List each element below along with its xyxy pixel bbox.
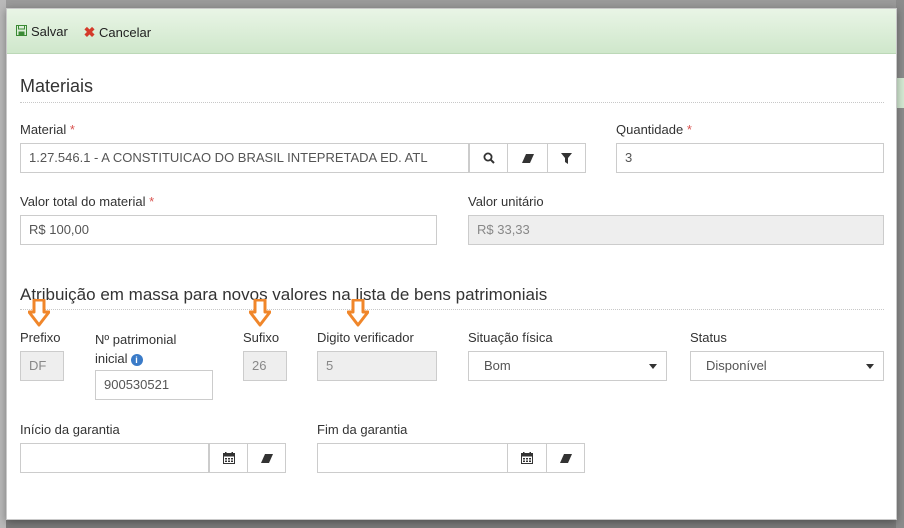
prefixo-input: DF	[20, 351, 64, 381]
inicio-garantia-input[interactable]	[20, 443, 209, 473]
clear-material-button[interactable]	[507, 143, 548, 173]
eraser-icon	[559, 453, 572, 463]
floppy-disk-icon	[15, 23, 28, 41]
fim-garantia-label: Fim da garantia	[317, 422, 408, 437]
patrimonial-label: Nº patrimonial inicial i	[95, 332, 177, 366]
section-title-materiais: Materiais	[20, 76, 94, 96]
info-icon[interactable]: i	[130, 353, 143, 366]
digito-input: 5	[317, 351, 437, 381]
calendar-icon	[521, 452, 533, 464]
section-title-atribuicao: Atribuição em massa para novos valores n…	[20, 285, 548, 304]
material-label: Material *	[20, 122, 75, 137]
save-label: Salvar	[31, 24, 68, 39]
situacao-label: Situação física	[468, 330, 553, 345]
situacao-select[interactable]: Bom	[468, 351, 667, 381]
cancel-button[interactable]: ✖ Cancelar	[83, 23, 151, 41]
material-modal: Salvar ✖ Cancelar Materiais Material * 1.…	[6, 8, 897, 520]
valor-unitario-input: R$ 33,33	[468, 215, 884, 245]
status-label: Status	[690, 330, 727, 345]
valor-unitario-label: Valor unitário	[468, 194, 544, 209]
sufixo-input: 26	[243, 351, 287, 381]
valor-total-input[interactable]: R$ 100,00	[20, 215, 437, 245]
filter-icon	[561, 152, 572, 164]
fim-clear-button[interactable]	[546, 443, 585, 473]
fim-calendar-button[interactable]	[507, 443, 547, 473]
search-icon	[483, 152, 495, 164]
quantidade-label: Quantidade *	[616, 122, 692, 137]
quantidade-input[interactable]: 3	[616, 143, 884, 173]
save-button[interactable]: Salvar	[15, 23, 68, 41]
fim-garantia-input[interactable]	[317, 443, 508, 473]
search-button[interactable]	[469, 143, 508, 173]
inicio-calendar-button[interactable]	[209, 443, 248, 473]
status-select[interactable]: Disponível	[690, 351, 884, 381]
orange-arrow-icon	[347, 299, 369, 327]
sufixo-label: Sufixo	[243, 330, 280, 345]
eraser-icon	[521, 153, 534, 163]
inicio-clear-button[interactable]	[247, 443, 286, 473]
digito-label: Digito verificador	[317, 330, 414, 345]
inicio-garantia-label: Início da garantia	[20, 422, 120, 437]
valor-total-label: Valor total do material *	[20, 194, 155, 209]
section-divider	[20, 102, 884, 103]
orange-arrow-icon	[249, 299, 271, 327]
prefixo-label: Prefixo	[20, 330, 61, 345]
modal-toolbar: Salvar ✖ Cancelar	[7, 9, 896, 54]
material-input[interactable]: 1.27.546.1 - A CONSTITUICAO DO BRASIL IN…	[20, 143, 469, 173]
cancel-label: Cancelar	[99, 25, 152, 40]
orange-arrow-icon	[28, 299, 50, 327]
calendar-icon	[222, 452, 235, 464]
background-page-right	[896, 0, 904, 528]
filter-button[interactable]	[547, 143, 586, 173]
eraser-icon	[260, 453, 273, 463]
close-icon: ✖	[83, 24, 96, 40]
patrimonial-input[interactable]: 900530521	[95, 370, 213, 400]
section-divider	[20, 309, 884, 310]
